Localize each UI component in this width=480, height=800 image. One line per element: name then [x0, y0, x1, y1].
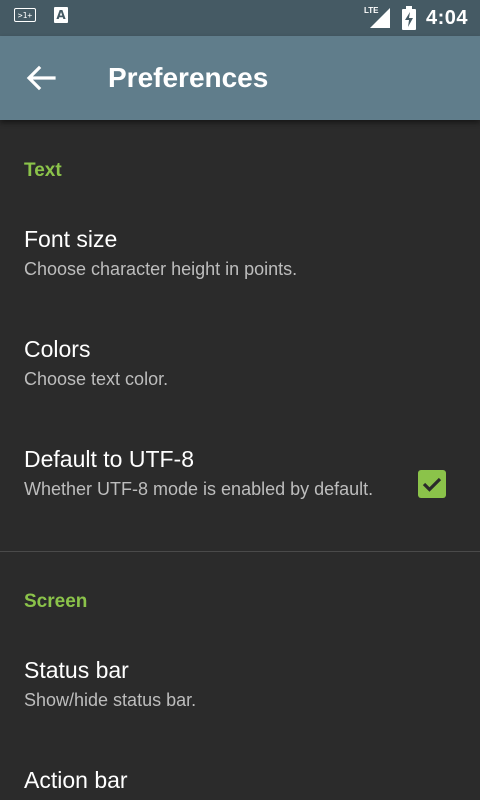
pref-title: Default to UTF-8 — [24, 446, 194, 472]
arrow-back-icon[interactable] — [24, 61, 58, 95]
category-text: Text — [24, 160, 62, 181]
lte-signal-icon: LTE — [364, 6, 392, 30]
pref-summary: Choose character height in points. — [24, 259, 298, 279]
pref-summary: Choose text color. — [24, 369, 169, 389]
check-icon — [422, 477, 442, 492]
status-left-icons: >1+ A — [14, 7, 68, 23]
pref-title: Status bar — [24, 657, 129, 683]
font-a-icon: A — [54, 7, 68, 23]
status-right-icons: LTE 4:04 — [364, 0, 468, 36]
lte-label: LTE — [363, 6, 379, 15]
battery-charging-icon — [401, 6, 416, 30]
pref-title: Action bar — [24, 767, 128, 793]
pref-summary: Whether UTF-8 mode is enabled by default… — [24, 479, 374, 499]
pref-status-bar[interactable]: Status bar Show/hide status bar. — [24, 656, 384, 713]
category-screen: Screen — [24, 591, 88, 612]
pref-colors[interactable]: Colors Choose text color. — [24, 335, 384, 392]
utf8-checkbox[interactable] — [418, 470, 446, 498]
status-bar: >1+ A LTE 4:04 — [0, 0, 480, 36]
terminal-icon: >1+ — [14, 8, 36, 22]
pref-title: Font size — [24, 226, 118, 252]
page-title: Preferences — [108, 62, 269, 93]
pref-title: Colors — [24, 336, 91, 362]
pref-action-bar[interactable]: Action bar — [24, 766, 384, 794]
clock: 4:04 — [425, 6, 468, 29]
app-bar: Preferences — [0, 36, 480, 120]
section-divider — [0, 551, 480, 552]
pref-default-utf8[interactable]: Default to UTF-8 Whether UTF-8 mode is e… — [24, 445, 384, 502]
pref-font-size[interactable]: Font size Choose character height in poi… — [24, 225, 384, 282]
pref-summary: Show/hide status bar. — [24, 690, 197, 710]
